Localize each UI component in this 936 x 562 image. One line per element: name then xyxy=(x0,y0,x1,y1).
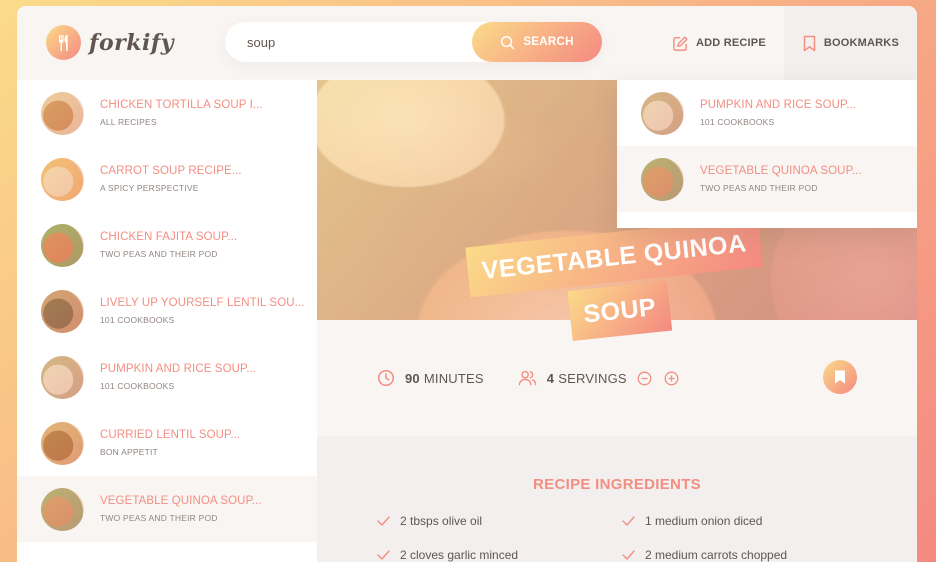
result-publisher: TWO PEAS AND THEIR POD xyxy=(100,249,218,259)
result-title: PUMPKIN AND RICE SOUP... xyxy=(100,363,257,375)
recipe-ingredients: RECIPE INGREDIENTS 2 tbsps olive oil 1 m… xyxy=(317,436,917,562)
result-item-active[interactable]: VEGETABLE QUINOA SOUP... TWO PEAS AND TH… xyxy=(17,476,317,542)
result-item[interactable]: LIVELY UP YOURSELF LENTIL SOU... 101 COO… xyxy=(17,278,317,344)
check-icon xyxy=(622,550,635,560)
ingredient-item: 1 medium onion diced xyxy=(622,514,867,528)
search-form: SEARCH xyxy=(225,22,602,62)
ingredient-text: 2 tbsps olive oil xyxy=(400,514,483,528)
ingredient-item: 2 cloves garlic minced xyxy=(377,548,622,562)
result-publisher: ALL RECIPES xyxy=(100,117,157,127)
result-text: VEGETABLE QUINOA SOUP... TWO PEAS AND TH… xyxy=(100,495,262,523)
bookmarks-label: BOOKMARKS xyxy=(823,37,899,49)
recipe-title-line2: SOUP xyxy=(567,280,673,341)
logo[interactable]: forkify xyxy=(46,25,174,60)
edit-icon xyxy=(673,35,688,51)
result-text: CHICKEN FAJITA SOUP... TWO PEAS AND THEI… xyxy=(100,231,237,259)
result-title: CHICKEN TORTILLA SOUP I... xyxy=(100,99,263,111)
ingredient-list: 2 tbsps olive oil 1 medium onion diced 2… xyxy=(377,514,867,562)
result-publisher: A SPICY PERSPECTIVE xyxy=(100,183,199,193)
add-recipe-label: ADD RECIPE xyxy=(696,37,766,49)
ingredient-text: 2 medium carrots chopped xyxy=(645,548,788,562)
check-icon xyxy=(377,550,390,560)
result-title: CURRIED LENTIL SOUP... xyxy=(100,429,241,441)
result-thumbnail xyxy=(41,487,84,531)
add-recipe-button[interactable]: ADD RECIPE xyxy=(654,6,784,80)
logo-text: forkify xyxy=(89,29,175,56)
result-title: CARROT SOUP RECIPE... xyxy=(100,165,242,177)
ingredients-heading: RECIPE INGREDIENTS xyxy=(533,476,701,493)
result-title: LIVELY UP YOURSELF LENTIL SOU... xyxy=(100,297,305,309)
result-item[interactable]: CHICKEN FAJITA SOUP... TWO PEAS AND THEI… xyxy=(17,212,317,278)
clock-icon xyxy=(377,369,395,387)
result-item[interactable]: CURRIED LENTIL SOUP... BON APPETIT xyxy=(17,410,317,476)
result-publisher: 101 COOKBOOKS xyxy=(100,381,175,391)
bookmark-text: VEGETABLE QUINOA SOUP... TWO PEAS AND TH… xyxy=(700,165,862,193)
result-thumbnail xyxy=(41,421,84,465)
bookmark-text: PUMPKIN AND RICE SOUP... 101 COOKBOOKS xyxy=(700,99,856,127)
search-button[interactable]: SEARCH xyxy=(472,22,602,62)
check-icon xyxy=(622,516,635,526)
result-title: CHICKEN FAJITA SOUP... xyxy=(100,231,238,243)
ingredient-text: 2 cloves garlic minced xyxy=(400,548,519,562)
servings-unit: SERVINGS xyxy=(558,370,627,386)
result-text: LIVELY UP YOURSELF LENTIL SOU... 101 COO… xyxy=(100,297,305,325)
result-text: PUMPKIN AND RICE SOUP... 101 COOKBOOKS xyxy=(100,363,256,391)
result-text: CHICKEN TORTILLA SOUP I... ALL RECIPES xyxy=(100,99,263,127)
result-title: VEGETABLE QUINOA SOUP... xyxy=(100,495,262,507)
result-publisher: TWO PEAS AND THEIR POD xyxy=(100,513,218,523)
servings: 4 SERVINGS xyxy=(518,369,691,387)
result-thumbnail xyxy=(41,223,84,267)
bookmark-recipe-button[interactable] xyxy=(823,360,857,394)
ingredient-item: 2 medium carrots chopped xyxy=(622,548,867,562)
bookmark-thumbnail xyxy=(641,91,684,135)
result-item[interactable]: PUMPKIN AND RICE SOUP... 101 COOKBOOKS xyxy=(17,344,317,410)
result-text: CURRIED LENTIL SOUP... BON APPETIT xyxy=(100,429,240,457)
bookmarks-dropdown: PUMPKIN AND RICE SOUP... 101 COOKBOOKS V… xyxy=(617,80,917,228)
bookmark-title: VEGETABLE QUINOA SOUP... xyxy=(700,165,862,177)
fork-knife-icon xyxy=(46,25,81,60)
search-icon xyxy=(501,35,515,49)
servings-value: 4 xyxy=(546,370,555,386)
search-input[interactable] xyxy=(247,34,457,50)
bookmark-publisher: 101 COOKBOOKS xyxy=(700,117,775,127)
result-thumbnail xyxy=(41,289,84,333)
result-publisher: 101 COOKBOOKS xyxy=(100,315,175,325)
result-item[interactable]: CHICKEN TORTILLA SOUP I... ALL RECIPES xyxy=(17,80,317,146)
result-text: CARROT SOUP RECIPE... A SPICY PERSPECTIV… xyxy=(100,165,242,193)
bookmarks-button[interactable]: BOOKMARKS xyxy=(783,6,917,80)
decrease-servings-button[interactable] xyxy=(637,371,662,386)
nav: ADD RECIPE BOOKMARKS xyxy=(654,6,917,80)
servings-stepper xyxy=(637,371,691,386)
result-thumbnail xyxy=(41,157,84,201)
result-thumbnail xyxy=(41,355,84,399)
increase-servings-button[interactable] xyxy=(664,371,689,386)
cooking-time-value: 90 xyxy=(405,370,420,386)
bookmark-filled-icon xyxy=(835,370,845,384)
bookmark-title: PUMPKIN AND RICE SOUP... xyxy=(700,99,857,111)
result-publisher: BON APPETIT xyxy=(100,447,158,457)
ingredient-text: 1 medium onion diced xyxy=(645,514,763,528)
cooking-time-unit: MINUTES xyxy=(423,370,484,386)
search-button-label: SEARCH xyxy=(523,36,574,48)
bookmark-thumbnail xyxy=(641,157,684,201)
result-item[interactable]: CARROT SOUP RECIPE... A SPICY PERSPECTIV… xyxy=(17,146,317,212)
plus-circle-icon xyxy=(664,371,679,385)
bookmark-publisher: TWO PEAS AND THEIR POD xyxy=(700,183,818,193)
search-results: CHICKEN TORTILLA SOUP I... ALL RECIPES C… xyxy=(17,80,317,562)
cooking-time: 90 MINUTES xyxy=(377,369,484,387)
ingredient-item: 2 tbsps olive oil xyxy=(377,514,622,528)
header: forkify SEARCH ADD RECIPE xyxy=(17,6,917,80)
minus-circle-icon xyxy=(637,371,652,385)
bookmark-item-active[interactable]: VEGETABLE QUINOA SOUP... TWO PEAS AND TH… xyxy=(617,146,917,212)
check-icon xyxy=(377,516,390,526)
bookmark-icon xyxy=(803,35,816,51)
app-container: forkify SEARCH ADD RECIPE xyxy=(17,6,917,562)
result-thumbnail xyxy=(41,91,84,135)
users-icon xyxy=(518,370,537,386)
bookmark-item[interactable]: PUMPKIN AND RICE SOUP... 101 COOKBOOKS xyxy=(617,80,917,146)
